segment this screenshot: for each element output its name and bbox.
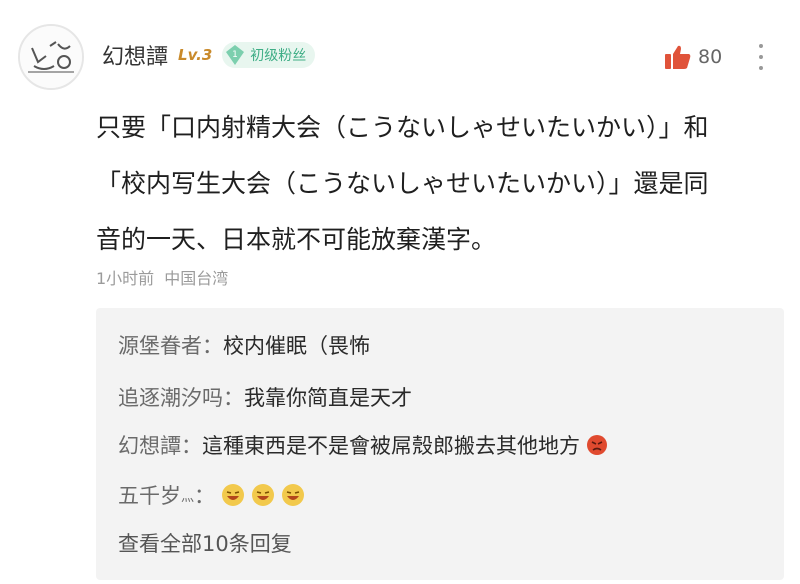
view-all-replies-link[interactable]: 查看全部10条回复: [118, 528, 292, 558]
content-line: 只要「口内射精大会（こうないしゃせいたいかい）」和: [96, 113, 709, 142]
reply-author-suffix: 灬: [181, 489, 195, 505]
more-options-icon[interactable]: [756, 44, 766, 70]
like-button[interactable]: 80: [664, 44, 722, 70]
laughing-face-icon: [222, 484, 245, 506]
comment-header: 幻想譚 Lv.3 1 初级粉丝: [102, 38, 316, 72]
content-line: 「校内写生大会（こうないしゃせいたいかい）」還是同: [96, 169, 709, 198]
reply-item[interactable]: 追逐潮汐吗： 我靠你简直是天才: [118, 382, 412, 412]
laughing-face-icon: [282, 484, 305, 506]
laughing-face-icon: [252, 484, 275, 506]
comment-meta: 1小时前 中国台湾: [96, 265, 228, 289]
comment-content: 只要「口内射精大会（こうないしゃせいたいかい）」和 「校内写生大会（こうないしゃ…: [96, 100, 776, 268]
reply-item[interactable]: 幻想譚： 這種東西是不是會被屌殼郎搬去其他地方: [118, 430, 608, 460]
angry-face-icon: [587, 435, 607, 455]
reply-author[interactable]: 源堡眷者：: [118, 330, 223, 360]
reply-text: 這種東西是不是會被屌殼郎搬去其他地方: [202, 434, 580, 458]
username[interactable]: 幻想譚: [102, 39, 168, 71]
like-count: 80: [698, 46, 723, 68]
gem-icon: 1: [226, 45, 245, 65]
fan-badge: 1 初级粉丝: [222, 42, 316, 68]
reply-colon: ：: [194, 484, 216, 508]
location: 中国台湾: [164, 269, 229, 288]
reply-author[interactable]: 追逐潮汐吗：: [118, 382, 244, 412]
level-badge: Lv.3: [178, 46, 213, 64]
reply-text: 校内催眠（畏怖: [223, 334, 370, 358]
reply-item[interactable]: 五千岁 灬 ：: [118, 480, 305, 510]
fan-badge-label: 初级粉丝: [250, 48, 307, 64]
reply-item[interactable]: 源堡眷者： 校内催眠（畏怖: [118, 330, 370, 360]
timestamp: 1小时前: [96, 269, 155, 288]
thumbs-up-icon: [665, 45, 691, 69]
reply-box: 源堡眷者： 校内催眠（畏怖 追逐潮汐吗： 我靠你简直是天才 幻想譚： 這種東西是…: [96, 308, 784, 580]
content-line: 音的一天、日本就不可能放棄漢字。: [96, 225, 497, 254]
svg-text:1: 1: [232, 50, 238, 60]
reply-text: 我靠你简直是天才: [244, 386, 412, 410]
reply-author[interactable]: 五千岁: [118, 480, 181, 510]
avatar[interactable]: [18, 24, 84, 90]
reply-author[interactable]: 幻想譚：: [118, 430, 202, 460]
